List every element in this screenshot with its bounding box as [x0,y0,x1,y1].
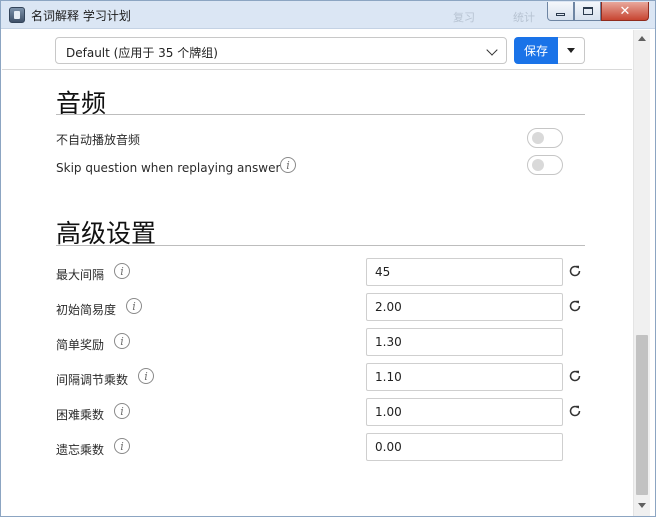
toggle-skip-question[interactable] [527,155,563,175]
scrollbar-thumb[interactable] [636,335,648,495]
setting-label-starting-ease: 初始简易度 [56,303,117,317]
starting-ease-input[interactable]: 2.00 [366,293,563,321]
background-tab-label: 统计 [513,11,535,24]
interval-modifier-input[interactable]: 1.10 [366,363,563,391]
info-icon[interactable]: i [138,368,154,384]
minimize-button[interactable] [547,2,574,21]
setting-label-max-interval: 最大间隔 [56,268,105,282]
app-window: 名词解释 学习计划 复习 统计 ✕ Default (应用于 35 个牌组) 保… [0,0,656,517]
max-interval-input[interactable]: 45 [366,258,563,286]
input-value: 0.00 [375,440,402,454]
option-label-no-autoplay: 不自动播放音频 [56,133,141,147]
input-value: 2.00 [375,300,402,314]
easy-bonus-input[interactable]: 1.30 [366,328,563,356]
setting-label-hard-interval: 困难乘数 [56,408,105,422]
setting-label-new-interval: 遗忘乘数 [56,443,105,457]
toggle-no-autoplay[interactable] [527,128,563,148]
section-divider [56,245,585,246]
info-icon[interactable]: i [114,333,130,349]
option-label-skip-question: Skip question when replaying answer [56,161,281,175]
info-icon[interactable]: i [114,438,130,454]
save-button[interactable]: 保存 [514,37,558,64]
toggle-knob [532,132,544,144]
dropdown-arrow-icon [567,48,575,53]
window-title: 名词解释 学习计划 [31,9,131,23]
scroll-up-arrow-icon[interactable] [638,36,646,41]
revert-icon[interactable] [568,369,582,383]
info-icon[interactable]: i [114,263,130,279]
preset-select-value: Default (应用于 35 个牌组) [66,46,218,60]
input-value: 1.00 [375,405,402,419]
maximize-button[interactable] [574,2,601,21]
info-icon[interactable]: i [114,403,130,419]
revert-icon[interactable] [568,404,582,418]
setting-label-easy-bonus: 简单奖励 [56,338,105,352]
setting-label-interval-modifier: 间隔调节乘数 [56,373,129,387]
options-content: Default (应用于 35 个牌组) 保存 音频 不自动播放音频 Skip … [2,30,632,516]
maximize-icon [582,7,593,15]
app-icon [9,7,25,23]
scroll-down-arrow-icon[interactable] [638,503,646,508]
new-interval-input[interactable]: 0.00 [366,433,563,461]
revert-icon[interactable] [568,264,582,278]
input-value: 1.10 [375,370,402,384]
preset-toolbar: Default (应用于 35 个牌组) 保存 [2,30,632,70]
vertical-scrollbar[interactable] [633,30,650,516]
info-icon[interactable]: i [280,157,296,173]
save-options-dropdown-button[interactable] [558,37,585,64]
save-button-label: 保存 [523,44,548,58]
revert-icon[interactable] [568,299,582,313]
chevron-down-icon [486,44,498,56]
background-tab-label: 复习 [453,11,475,24]
preset-select[interactable]: Default (应用于 35 个牌组) [55,37,507,64]
info-icon[interactable]: i [126,298,142,314]
input-value: 1.30 [375,335,402,349]
close-icon: ✕ [619,3,631,19]
hard-interval-input[interactable]: 1.00 [366,398,563,426]
toggle-knob [532,159,544,171]
section-divider [56,114,585,115]
input-value: 45 [375,265,391,279]
minimize-icon [556,12,565,16]
close-button[interactable]: ✕ [601,2,649,21]
title-bar: 名词解释 学习计划 复习 统计 ✕ [1,1,655,29]
